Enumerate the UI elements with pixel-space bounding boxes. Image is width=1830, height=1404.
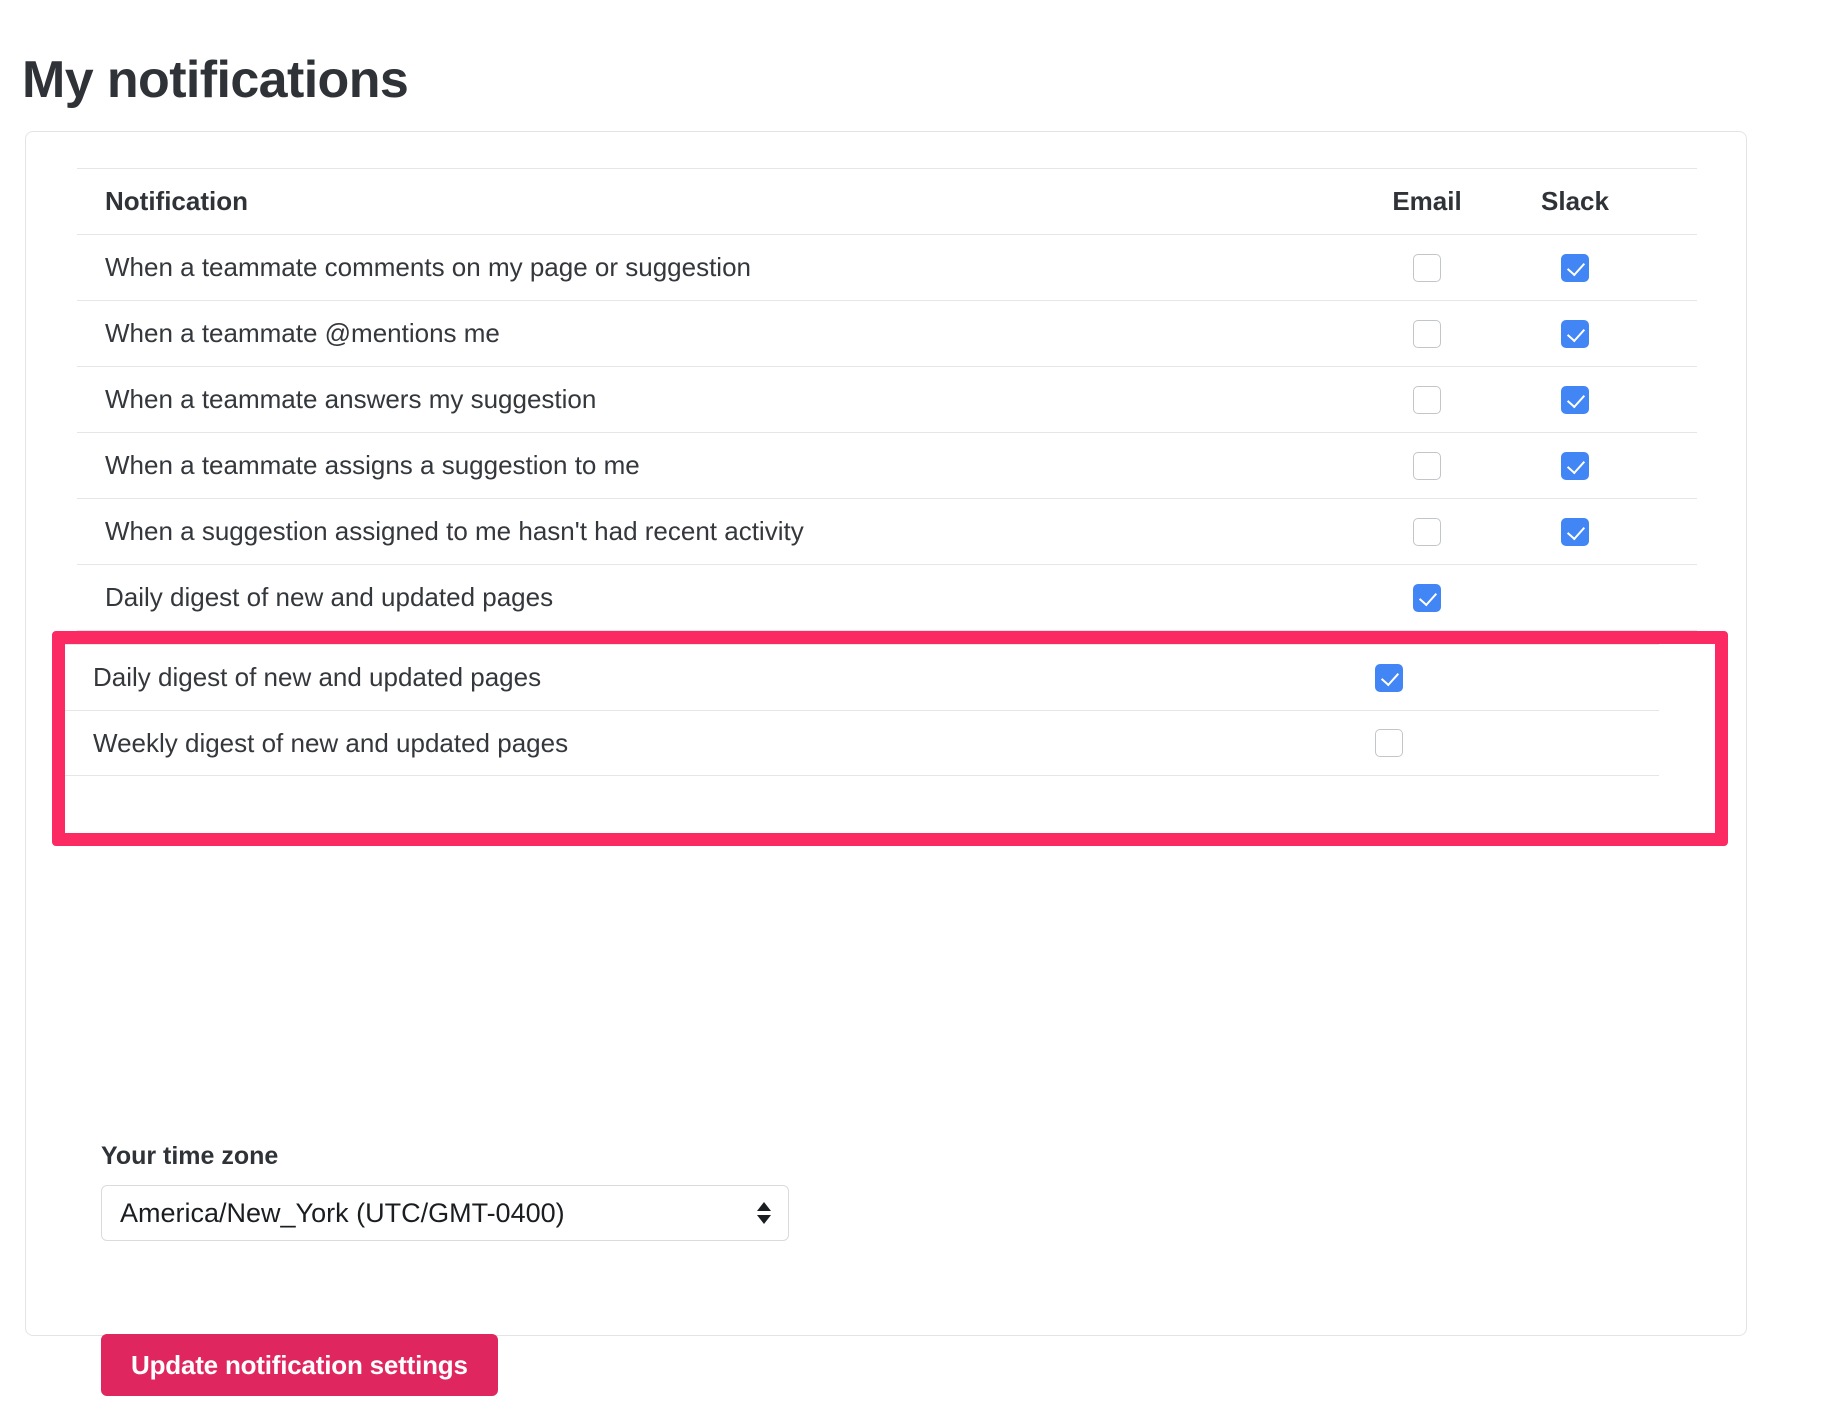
table-header-row: Notification Email Slack <box>77 168 1697 234</box>
email-checkbox[interactable] <box>1413 319 1441 348</box>
slack-checkbox[interactable] <box>1561 451 1589 480</box>
row-label: Daily digest of new and updated pages <box>105 582 554 613</box>
triangle-down-icon <box>757 1215 771 1224</box>
row-email-cell <box>1315 729 1463 757</box>
update-notification-settings-button[interactable]: Update notification settings <box>101 1334 498 1396</box>
email-checkbox[interactable] <box>1413 253 1441 282</box>
column-header-email: Email <box>1392 186 1462 216</box>
timezone-select[interactable]: America/New_York (UTC/GMT-0400) <box>101 1185 789 1241</box>
email-checkbox[interactable] <box>1413 385 1441 414</box>
row-slack-cell <box>1501 385 1649 414</box>
table-row-highlighted: Weekly digest of new and updated pages <box>65 710 1659 776</box>
email-checkbox[interactable] <box>1413 451 1441 480</box>
row-slack-cell <box>1501 319 1649 348</box>
row-email-cell <box>1353 517 1501 546</box>
row-label: When a teammate @mentions me <box>105 318 500 349</box>
notifications-settings-page: My notifications Notification Email Slac… <box>0 0 1830 1404</box>
slack-checkbox[interactable] <box>1561 385 1589 414</box>
row-label: When a suggestion assigned to me hasn't … <box>105 516 804 547</box>
column-header-slack: Slack <box>1541 186 1609 216</box>
stepper-arrows-icon[interactable] <box>757 1198 771 1228</box>
slack-checkbox[interactable] <box>1561 319 1589 348</box>
row-slack-cell <box>1501 253 1649 282</box>
table-row: When a suggestion assigned to me hasn't … <box>77 498 1697 564</box>
slack-checkbox[interactable] <box>1561 253 1589 282</box>
row-slack-cell <box>1501 451 1649 480</box>
page-title: My notifications <box>22 50 409 109</box>
row-label: Daily digest of new and updated pages <box>93 662 542 693</box>
table-row: When a teammate answers my suggestion <box>77 366 1697 432</box>
table-row: When a teammate comments on my page or s… <box>77 234 1697 300</box>
row-label: When a teammate answers my suggestion <box>105 384 597 415</box>
row-email-cell <box>1315 663 1463 692</box>
row-email-cell <box>1353 385 1501 414</box>
row-label: Weekly digest of new and updated pages <box>93 727 569 758</box>
email-checkbox[interactable] <box>1375 663 1403 692</box>
row-label: When a teammate assigns a suggestion to … <box>105 450 640 481</box>
row-email-cell <box>1353 583 1501 612</box>
email-checkbox[interactable] <box>1375 729 1403 757</box>
row-label: When a teammate comments on my page or s… <box>105 252 751 283</box>
timezone-selected-value: America/New_York (UTC/GMT-0400) <box>120 1197 565 1228</box>
row-email-cell <box>1353 451 1501 480</box>
table-row-highlighted: Daily digest of new and updated pages <box>65 644 1659 710</box>
row-email-cell <box>1353 319 1501 348</box>
timezone-section: Your time zone America/New_York (UTC/GMT… <box>101 1142 789 1241</box>
highlight-interior: Daily digest of new and updated pages We… <box>52 631 1728 846</box>
slack-checkbox[interactable] <box>1561 517 1589 546</box>
column-header-notification: Notification <box>105 186 248 217</box>
table-row: When a teammate @mentions me <box>77 300 1697 366</box>
email-checkbox[interactable] <box>1413 517 1441 546</box>
row-slack-cell <box>1501 517 1649 546</box>
email-checkbox[interactable] <box>1413 583 1441 612</box>
table-row: Daily digest of new and updated pages <box>77 564 1697 630</box>
triangle-up-icon <box>757 1202 771 1211</box>
highlighted-rows-group: Daily digest of new and updated pages We… <box>65 644 1715 833</box>
table-row: When a teammate assigns a suggestion to … <box>77 432 1697 498</box>
timezone-label: Your time zone <box>101 1142 279 1170</box>
row-email-cell <box>1353 253 1501 282</box>
